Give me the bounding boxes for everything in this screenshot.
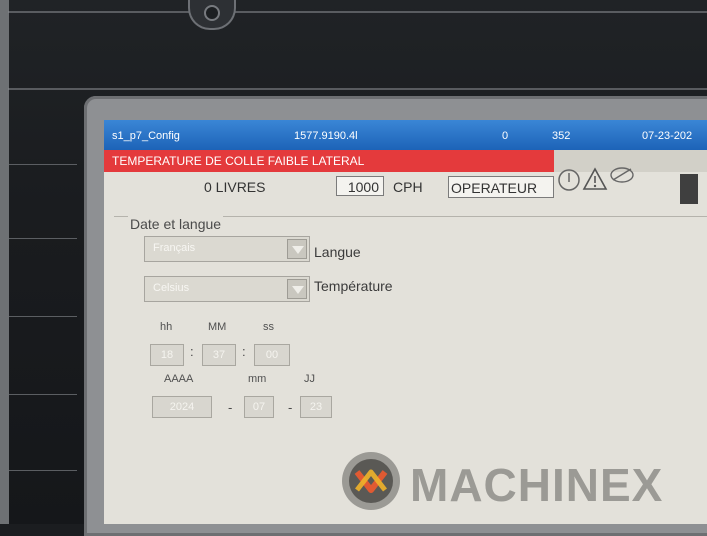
screen-name: s1_p7_Config xyxy=(112,130,180,142)
language-dropdown[interactable]: Français xyxy=(144,236,310,262)
time-separator: : xyxy=(242,344,246,359)
audio-mute-icon[interactable] xyxy=(608,162,636,186)
section-title: Date et langue xyxy=(128,216,224,232)
month-label: mm xyxy=(248,373,267,385)
day-field[interactable]: 23 xyxy=(300,396,332,418)
year-field[interactable]: 2024 xyxy=(152,396,212,418)
user-level-label: OPERATEUR xyxy=(451,180,538,196)
temperature-value: Celsius xyxy=(153,282,190,294)
weight-readout: 0 LIVRES xyxy=(204,179,266,195)
housing-side-rail xyxy=(0,0,9,524)
minute-label: MM xyxy=(208,321,227,333)
rate-value: 1000 xyxy=(347,179,379,195)
housing-rail-line xyxy=(9,470,77,471)
date-separator: - xyxy=(288,400,293,415)
housing-rail-line xyxy=(9,164,77,165)
month-field[interactable]: 07 xyxy=(244,396,274,418)
value-a-readout: 0 xyxy=(502,130,509,142)
temperature-label: Température xyxy=(314,278,393,294)
chevron-down-icon[interactable] xyxy=(287,239,307,259)
machinex-emblem-icon xyxy=(342,452,400,510)
minute-field[interactable]: 37 xyxy=(202,344,236,366)
time-separator: : xyxy=(190,344,194,359)
power-icon[interactable] xyxy=(556,164,582,194)
counter-readout: 1577.9190.4l xyxy=(294,130,358,142)
second-field[interactable]: 00 xyxy=(254,344,290,366)
day-label: JJ xyxy=(304,373,315,385)
language-value: Français xyxy=(153,242,196,254)
status-icons xyxy=(556,160,656,200)
date-separator: - xyxy=(228,400,233,415)
hour-label: hh xyxy=(160,321,173,333)
second-label: ss xyxy=(263,321,274,333)
rate-field[interactable]: 1000 xyxy=(336,176,384,196)
housing-seam xyxy=(8,11,707,13)
housing-rail-line xyxy=(9,316,77,317)
machinex-logo: MACHINEX xyxy=(340,450,700,511)
value-b-readout: 352 xyxy=(552,130,571,142)
housing-seam xyxy=(8,88,707,90)
housing-rail-line xyxy=(9,394,77,395)
language-label: Langue xyxy=(314,244,361,260)
date-readout: 07-23-202 xyxy=(642,130,693,142)
year-label: AAAA xyxy=(164,373,194,385)
logo-wordmark: MACHINEX xyxy=(410,459,664,511)
hmi-screen: s1_p7_Config 1577.9190.4l 0 352 07-23-20… xyxy=(104,120,707,524)
rate-unit: CPH xyxy=(393,179,423,195)
hour-field[interactable]: 18 xyxy=(150,344,184,366)
status-indicator xyxy=(680,174,698,204)
housing-rail-line xyxy=(9,238,77,239)
title-bar: s1_p7_Config 1577.9190.4l 0 352 07-23-20… xyxy=(104,120,707,150)
user-level-button[interactable]: OPERATEUR xyxy=(448,176,554,198)
mount-screw xyxy=(188,0,236,30)
warning-icon[interactable] xyxy=(582,166,608,192)
alarm-banner[interactable]: TEMPERATURE DE COLLE FAIBLE LATERAL xyxy=(104,150,562,172)
temperature-dropdown[interactable]: Celsius xyxy=(144,276,310,302)
chevron-down-icon[interactable] xyxy=(287,279,307,299)
